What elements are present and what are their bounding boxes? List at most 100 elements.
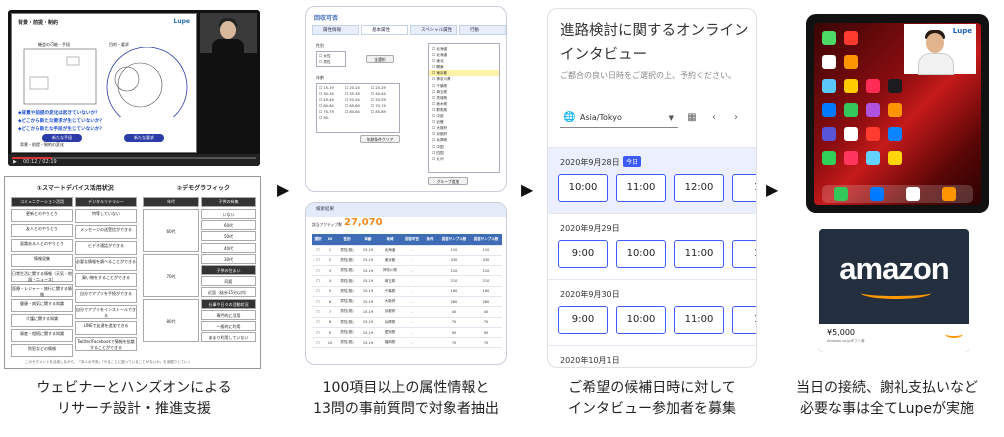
communication-row: 情報収集	[11, 254, 73, 267]
row-checkbox[interactable]: ☐	[312, 245, 324, 256]
time-slot-button[interactable]: 10:00	[616, 306, 666, 334]
next-week-button[interactable]: ›	[726, 108, 746, 128]
row-gender: 男性(既)	[336, 265, 358, 277]
literacy-row: 自分でアプリをインストールできる	[75, 305, 137, 319]
dock-app-icon	[870, 187, 884, 201]
day-row: 2020年9月28日今日 10:00 11:00 12:00 1	[548, 147, 756, 213]
row-region: 愛知県	[378, 327, 402, 339]
time-slot-button[interactable]: 9:00	[558, 240, 608, 268]
row-checkbox[interactable]: ☐	[312, 337, 324, 349]
play-icon[interactable]: ▶	[13, 159, 17, 165]
row-samples-a: 70	[438, 337, 470, 349]
slide-question-2: ◆どこから新たな要求が生じていないか？	[18, 119, 105, 124]
attribute-filter-screen: 回収可否 属性情報 基本属性 スペシャル属性 行動 性別 ☐ 女性 ☐ 男性 全…	[305, 6, 507, 192]
time-slot-button[interactable]: 11:00	[674, 240, 724, 268]
gender-female-label: 女性	[323, 54, 331, 58]
bubble-left: 新たな手段	[42, 134, 82, 142]
app-icon	[844, 127, 858, 141]
tab-behavior[interactable]: 行動	[459, 25, 506, 35]
time-slot-button[interactable]: 1	[732, 306, 756, 334]
clear-age-button[interactable]: 年齢条件クリア	[360, 135, 400, 143]
table-row: ☐ 9 男性(既) 15-19 愛知県 - 90 90	[312, 327, 502, 339]
row-checkbox[interactable]: ☐	[312, 327, 324, 339]
row-checkbox[interactable]: ☐	[312, 275, 324, 287]
row-checkbox[interactable]: ☐	[312, 306, 324, 318]
dock-app-icon	[834, 187, 848, 201]
time-slot-button[interactable]: 10:00	[558, 174, 608, 202]
table-heading-left: ①スマートデバイス活用状況	[37, 185, 114, 192]
tab-special[interactable]: スペシャル属性	[410, 25, 457, 35]
children-row: 60代	[201, 220, 256, 231]
communication-row: 防犯などの情報	[11, 344, 73, 357]
calendar-icon[interactable]: ▦	[682, 108, 702, 128]
children-row: 近居（徒歩15分以内）	[201, 287, 256, 298]
webinar-video-player[interactable]: 背景・前提・制約 Lupe 機会の可能・手段 目的・要求 ◆背景や前提の変化は起…	[8, 10, 260, 166]
row-age: 15-19	[358, 286, 378, 297]
age-row: 80代	[143, 299, 199, 342]
time-slot-button[interactable]: 11:00	[616, 174, 666, 202]
time-slot-button[interactable]: 11:00	[674, 306, 724, 334]
row-id: 5	[324, 286, 336, 297]
select-all-button[interactable]: 全選択	[366, 55, 394, 63]
age-checkbox[interactable]: ☐ 80-84	[345, 109, 371, 115]
tab-basic[interactable]: 基本属性	[361, 25, 408, 35]
age-checkbox[interactable]: ☐ 85-89	[371, 109, 397, 115]
prev-week-button[interactable]: ‹	[704, 108, 724, 128]
col-header-age: 年代	[143, 197, 199, 207]
app-icon	[844, 55, 858, 69]
app-icon	[822, 127, 836, 141]
row-age: 15-19	[358, 306, 378, 318]
row-gender: 男性(既)	[336, 327, 358, 339]
interviewee-body	[918, 53, 954, 75]
prefecture-list: ☐ 北海道 ☐ 北海道 ☐ 東北 ☐ 関東 ☐ 東京都 ☐ 神奈川県 ☐ 千葉県 ☐ 埼玉県 ☐…	[428, 43, 500, 173]
literacy-row: 自分でアプリを手続ができる	[75, 289, 137, 303]
results-col-header: 回答可否	[402, 234, 422, 246]
col-header-literacy: デジタルリテラシー	[75, 197, 137, 207]
row-region: 埼玉県	[378, 275, 402, 287]
row-samples-a: 90	[438, 327, 470, 339]
row-gender: 男性(既)	[336, 255, 358, 267]
gender-box: ☐ 女性 ☐ 男性	[316, 51, 346, 67]
row-samples-b: 70	[470, 337, 502, 349]
booking-subtitle: ご都合の良い日時をご選択の上、予約ください。	[560, 71, 736, 80]
table-row: ☐ 3 男性(既) 15-19 神奈川県 - 210 210	[312, 265, 502, 277]
literacy-row: Twitter/Facebookで情報を拡散することができる	[75, 337, 137, 351]
gender-male-checkbox[interactable]: ☐ 男性	[319, 59, 343, 65]
row-checkbox[interactable]: ☐	[312, 286, 324, 297]
time-slot-button[interactable]: 9:00	[558, 306, 608, 334]
row-checkbox[interactable]: ☐	[312, 265, 324, 277]
row-status: -	[402, 265, 422, 277]
row-checkbox[interactable]: ☐	[312, 255, 324, 267]
table-heading-right: ②デモグラフィック	[177, 185, 230, 192]
interviewee-video: Lupe	[904, 24, 976, 75]
row-samples-b: 40	[470, 306, 502, 318]
age-checkbox[interactable]: ☐ 90-	[319, 115, 345, 121]
row-checkbox[interactable]: ☐	[312, 317, 324, 328]
caption-1: ウェビナーとハンズオンによる リサーチ設計・推進支援	[14, 378, 254, 420]
prefecture-checkbox[interactable]: ☐ 九州	[429, 156, 499, 162]
row-samples-a: 280	[438, 296, 470, 308]
row-condition	[422, 296, 438, 308]
tab-attributes[interactable]: 属性情報	[312, 25, 359, 35]
row-id: 4	[324, 275, 336, 287]
timezone-select[interactable]: 🌐 Asia/Tokyo ▼	[560, 108, 678, 128]
presenter-head	[220, 21, 236, 39]
today-badge: 今日	[623, 156, 642, 167]
row-samples-a: 210	[438, 265, 470, 277]
row-status: -	[402, 255, 422, 267]
results-table: 選択 ID 性別 年齢 地域 回答可否 条件 回答サンプル数 回答サンプル数 ☐ 1 男性(既) 15…	[312, 234, 502, 349]
time-slot-button[interactable]: 1	[732, 174, 756, 202]
amazon-logo: amazon	[839, 251, 949, 286]
row-checkbox[interactable]: ☐	[312, 296, 324, 308]
add-group-button[interactable]: グループ追加	[428, 177, 468, 185]
app-icon	[866, 103, 880, 117]
time-slot-button[interactable]: 10:00	[616, 240, 666, 268]
row-gender: 男性(既)	[336, 296, 358, 308]
row-region: 京都府	[378, 306, 402, 318]
app-icon	[822, 79, 836, 93]
children-row: 50代	[201, 231, 256, 242]
time-slot-button[interactable]: 12:00	[674, 174, 724, 202]
time-slot-button[interactable]: 1	[732, 240, 756, 268]
literacy-row: 特等していない	[75, 209, 137, 223]
row-condition	[422, 317, 438, 328]
